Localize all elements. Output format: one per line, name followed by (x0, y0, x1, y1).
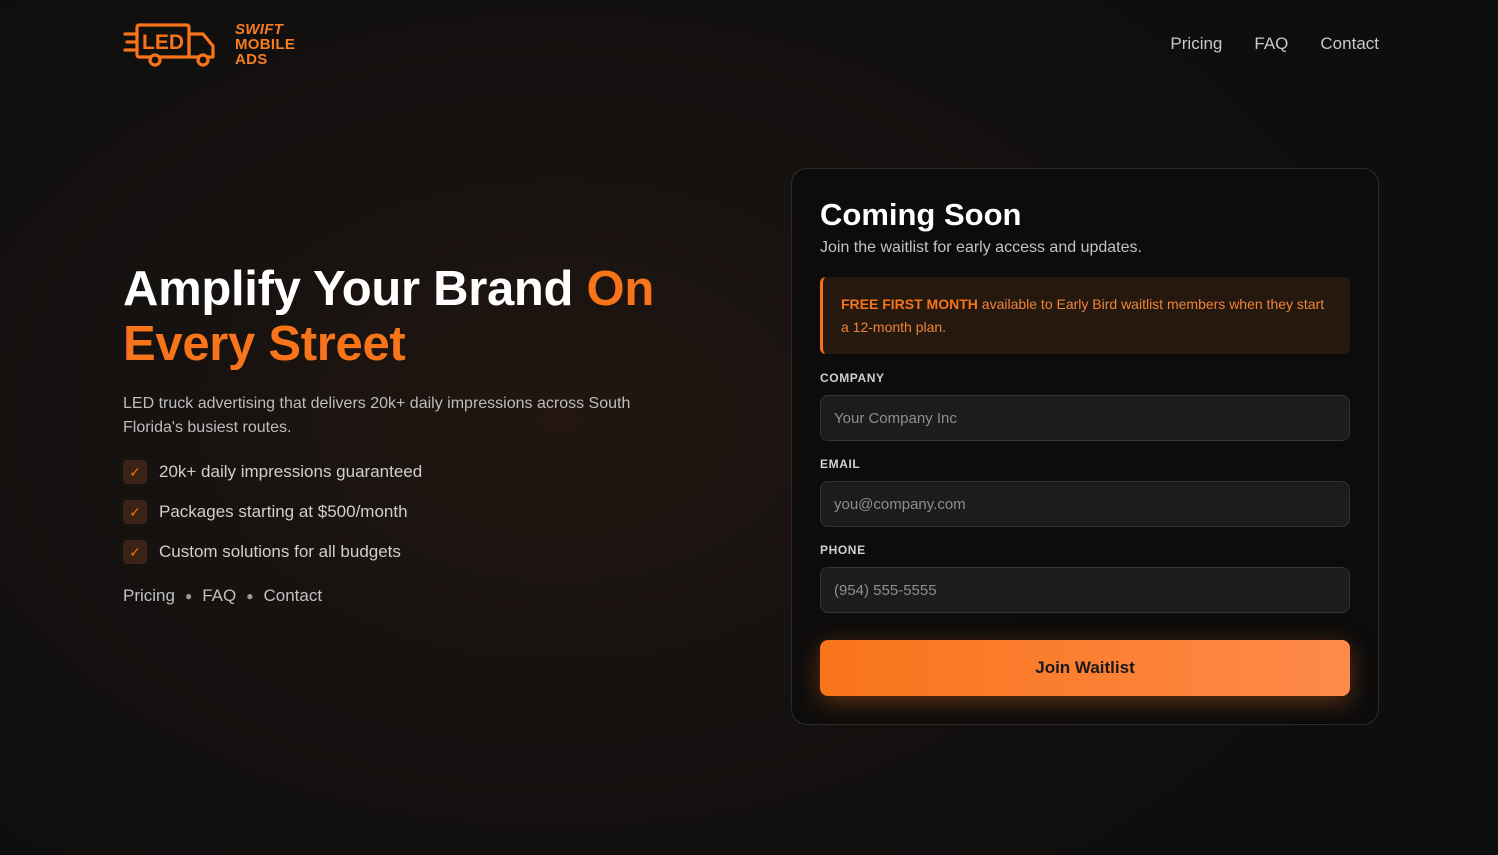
svg-text:LED: LED (142, 31, 184, 54)
phone-label: PHONE (820, 543, 866, 557)
top-nav: Pricing FAQ Contact (1170, 34, 1379, 54)
promo-banner: FREE FIRST MONTH available to Early Bird… (820, 277, 1350, 354)
check-icon: ✓ (123, 500, 147, 524)
hero-link-faq[interactable]: FAQ (202, 586, 236, 606)
hero-subtitle: LED truck advertising that delivers 20k+… (123, 395, 631, 436)
hero-title: Amplify Your Brand On Every Street (123, 262, 743, 372)
brand-name-line-2: MOBILE (235, 35, 296, 53)
phone-input[interactable] (820, 567, 1350, 613)
brand-logo[interactable]: LED SWIFT MOBILE ADS (123, 20, 295, 68)
company-label: COMPANY (820, 371, 885, 385)
feature-list: ✓ 20k+ daily impressions guaranteed ✓ Pa… (123, 460, 422, 580)
feature-item: ✓ 20k+ daily impressions guaranteed (123, 460, 422, 484)
join-waitlist-button[interactable]: Join Waitlist (820, 640, 1350, 696)
nav-link-faq[interactable]: FAQ (1254, 34, 1288, 54)
feature-text: 20k+ daily impressions guaranteed (159, 462, 423, 481)
hero-link-pricing[interactable]: Pricing (123, 586, 175, 606)
hero-links: Pricing ● FAQ ● Contact (123, 586, 322, 606)
brand-name: SWIFT MOBILE ADS (235, 22, 295, 67)
nav-link-pricing[interactable]: Pricing (1170, 34, 1222, 54)
email-input[interactable] (820, 481, 1350, 527)
brand-name-line-1: SWIFT (235, 20, 284, 38)
card-title: Coming Soon (820, 197, 1022, 232)
feature-item: ✓ Custom solutions for all budgets (123, 540, 422, 564)
feature-item: ✓ Packages starting at $500/month (123, 500, 422, 524)
truck-icon: LED (123, 23, 215, 67)
check-icon: ✓ (123, 460, 147, 484)
card-subtitle: Join the waitlist for early access and u… (820, 239, 1142, 256)
company-input[interactable] (820, 395, 1350, 441)
nav-link-contact[interactable]: Contact (1320, 34, 1379, 54)
feature-text: Packages starting at $500/month (159, 502, 408, 521)
hero-link-contact[interactable]: Contact (263, 586, 322, 606)
waitlist-card: Coming Soon Join the waitlist for early … (791, 168, 1379, 725)
feature-text: Custom solutions for all budgets (159, 542, 401, 561)
check-icon: ✓ (123, 540, 147, 564)
hero-title-accent-2: Every Street (123, 317, 406, 371)
hero-title-accent-1: On (586, 262, 655, 316)
brand-name-line-3: ADS (235, 50, 268, 68)
promo-highlight: FREE FIRST MONTH (841, 296, 978, 312)
separator-dot: ● (246, 589, 254, 603)
hero-title-main: Amplify Your Brand (123, 262, 587, 316)
email-label: EMAIL (820, 457, 861, 471)
separator-dot: ● (184, 589, 193, 603)
